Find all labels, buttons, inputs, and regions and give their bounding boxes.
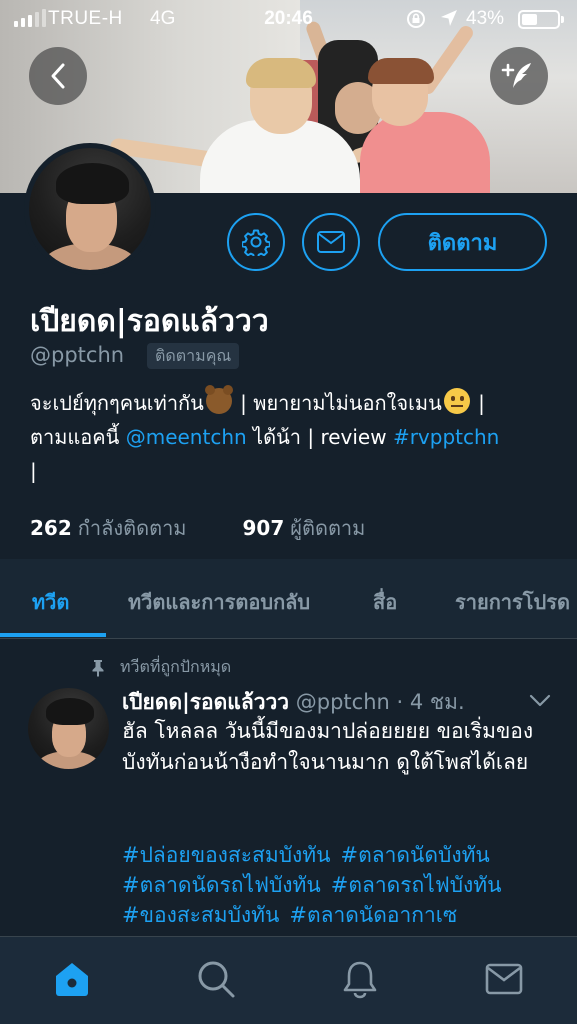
hashtag-link[interactable]: #ปล่อยของสะสมบังทัน xyxy=(122,843,330,867)
notifications-tab[interactable] xyxy=(338,957,382,1001)
bio-hashtag-link[interactable]: #rvpptchn xyxy=(393,425,499,449)
search-icon xyxy=(198,961,235,998)
followers-link[interactable]: 907 ผู้ติดตาม xyxy=(243,512,366,544)
chevron-left-icon xyxy=(51,63,65,89)
gear-icon xyxy=(242,229,270,256)
neutral-face-emoji-icon xyxy=(443,388,470,414)
hashtag-link[interactable]: #ตลาดนัดบังทัน xyxy=(340,843,489,867)
following-label: กำลังติดตาม xyxy=(77,516,187,540)
tweet-author-avatar[interactable] xyxy=(28,688,109,769)
bell-icon xyxy=(343,961,377,999)
follow-button[interactable]: ติดตาม xyxy=(378,213,547,271)
follows-you-badge: ติดตามคุณ xyxy=(147,343,240,369)
hashtag-link[interactable]: #ตลาดนัดรถไฟบังทัน xyxy=(122,873,321,897)
bio-text: | xyxy=(30,459,37,483)
tweet-text: ฮัล โหลลล วันนี้มีของมาปล่อยยยย ขอเริ่มข… xyxy=(122,719,534,774)
bio-text: ตามแอคนี้ xyxy=(30,425,126,449)
pinned-label-row: ทวีตที่ถูกปักหมุด xyxy=(90,655,231,680)
tab-tweets[interactable]: ทวีต xyxy=(32,586,69,618)
bio-text: ได้น้า | review xyxy=(246,425,393,449)
tab-tweets-and-replies[interactable]: ทวีตและการตอบกลับ xyxy=(128,586,310,618)
battery-percent: 43% xyxy=(466,8,505,29)
banner-person-hair xyxy=(246,58,316,88)
following-link[interactable]: 262 กำลังติดตาม xyxy=(30,512,187,544)
pin-icon xyxy=(92,659,104,676)
avatar-photo xyxy=(29,148,151,270)
avatar-photo xyxy=(28,688,109,769)
bio-text: | xyxy=(471,391,485,415)
bio-mention-link[interactable]: @meentchn xyxy=(126,425,247,449)
banner-person xyxy=(360,112,490,193)
quill-plus-icon xyxy=(501,63,531,88)
profile-handle: @pptchn xyxy=(30,343,125,367)
status-bar: TRUE-H 4G 20:46 43% xyxy=(0,0,577,40)
active-tab-indicator xyxy=(0,633,106,637)
message-button[interactable] xyxy=(302,213,360,271)
bottom-tab-bar xyxy=(0,936,577,1024)
banner-person-hair xyxy=(368,58,434,84)
settings-button[interactable] xyxy=(227,213,285,271)
profile-avatar[interactable] xyxy=(24,143,156,275)
search-tab[interactable] xyxy=(194,957,238,1001)
tweet-meta: @pptchn · 4 ชม. xyxy=(289,690,465,714)
pinned-label: ทวีตที่ถูกปักหมุด xyxy=(120,657,232,676)
bio-text: | พยายามไม่นอกใจเมน xyxy=(233,391,442,415)
followers-count: 907 xyxy=(242,516,285,540)
envelope-icon xyxy=(317,231,345,253)
hashtag-link[interactable]: #ตลาดนัดอากาเซ xyxy=(289,903,457,927)
tweet-header: เปียดด|รอดแล้ววว @pptchn · 4 ชม. xyxy=(122,686,465,719)
back-button[interactable] xyxy=(29,47,87,105)
chevron-down-icon[interactable] xyxy=(528,690,552,710)
bear-emoji-icon xyxy=(204,385,233,414)
hashtag-link[interactable]: #ตลาดรถไฟบังทัน xyxy=(331,873,502,897)
battery-icon xyxy=(518,10,564,29)
messages-tab[interactable] xyxy=(482,957,526,1001)
profile-name: เปียดด|รอดแล้ววว xyxy=(30,304,269,339)
home-tab[interactable] xyxy=(50,957,94,1001)
home-icon xyxy=(56,963,88,996)
tab-media[interactable]: สื่อ xyxy=(373,586,397,618)
tweet-author-name[interactable]: เปียดด|รอดแล้ววว xyxy=(122,690,289,714)
tweet-hashtags: #ปล่อยของสะสมบังทัน #ตลาดนัดบังทัน #ตลาดน… xyxy=(122,840,562,930)
compose-tweet-button[interactable] xyxy=(490,47,548,105)
hashtag-link[interactable]: #ของสะสมบังทัน xyxy=(122,903,279,927)
followers-label: ผู้ติดตาม xyxy=(290,516,366,540)
envelope-icon xyxy=(485,963,523,995)
battery-fill xyxy=(522,14,537,25)
profile-tabs: ทวีต ทวีตและการตอบกลับ สื่อ รายการโปรด xyxy=(0,559,577,639)
rotation-lock-icon xyxy=(407,10,425,28)
tab-likes[interactable]: รายการโปรด xyxy=(455,586,570,618)
profile-bio: จะเปย์ทุกๆคนเท่ากัน | พยายามไม่นอกใจเมน … xyxy=(30,385,550,488)
location-arrow-icon xyxy=(441,10,457,26)
bio-text: จะเปย์ทุกๆคนเท่ากัน xyxy=(30,391,204,415)
following-count: 262 xyxy=(30,516,72,540)
profile-stats: 262 กำลังติดตาม 907 ผู้ติดตาม xyxy=(30,512,365,544)
